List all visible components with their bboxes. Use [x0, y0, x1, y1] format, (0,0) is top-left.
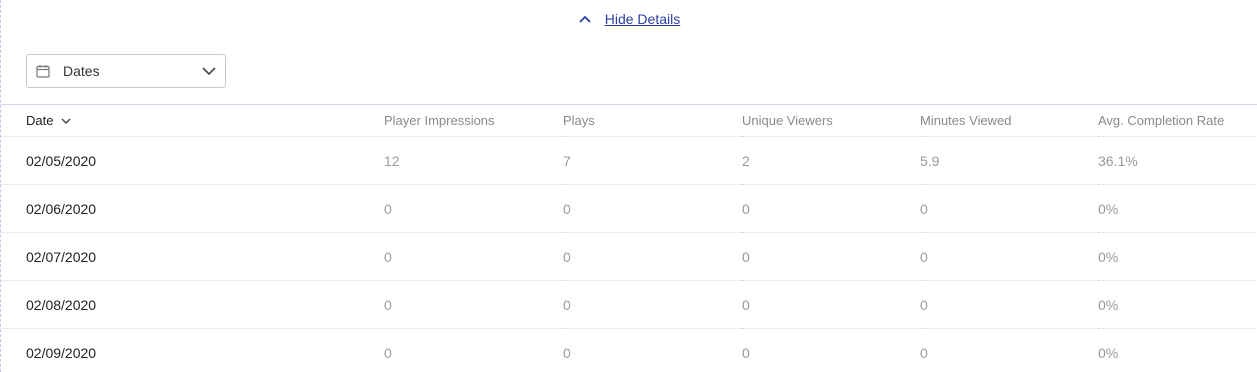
column-header-player-impressions[interactable]: Player Impressions [384, 105, 563, 137]
table-row: 02/09/2020 0 0 0 0 0% [1, 329, 1257, 372]
column-header-date[interactable]: Date [1, 105, 384, 137]
calendar-icon [36, 64, 50, 78]
date-cell: 02/09/2020 [26, 344, 97, 361]
sort-chevron-down-icon[interactable] [61, 118, 71, 125]
minutes-viewed-cell: 0 [920, 344, 928, 361]
avg-completion-rate-cell: 0% [1098, 248, 1119, 265]
table-row: 02/07/2020 0 0 0 0 0% [1, 233, 1257, 281]
column-header-avg-completion-rate[interactable]: Avg. Completion Rate [1098, 105, 1257, 137]
table-header-row: Date Player Impressions Plays Unique Vie… [1, 104, 1257, 137]
details-table: Date Player Impressions Plays Unique Vie… [1, 104, 1257, 372]
avg-completion-rate-cell: 0% [1098, 296, 1119, 313]
avg-completion-rate-cell: 0% [1098, 344, 1119, 361]
hide-details-toggle[interactable]: Hide Details [1, 11, 1257, 27]
player-impressions-cell: 0 [384, 248, 392, 265]
avg-completion-rate-cell: 36.1% [1098, 152, 1138, 169]
date-cell: 02/05/2020 [26, 152, 97, 169]
column-header-date-label: Date [26, 113, 54, 128]
unique-viewers-cell: 0 [742, 248, 750, 265]
table-row: 02/08/2020 0 0 0 0 0% [1, 281, 1257, 329]
dates-dropdown-label: Dates [63, 63, 100, 79]
table-row: 02/06/2020 0 0 0 0 0% [1, 185, 1257, 233]
analytics-details-panel: Hide Details Dates Date Player Impressio… [0, 0, 1257, 372]
plays-cell: 7 [563, 152, 571, 169]
unique-viewers-cell: 0 [742, 344, 750, 361]
player-impressions-cell: 0 [384, 200, 392, 217]
hide-details-label: Hide Details [604, 11, 681, 27]
column-header-minutes-viewed[interactable]: Minutes Viewed [920, 105, 1098, 137]
plays-cell: 0 [563, 344, 571, 361]
dates-dropdown[interactable]: Dates [26, 54, 226, 88]
minutes-viewed-cell: 0 [920, 248, 928, 265]
chevron-down-icon [202, 66, 216, 76]
unique-viewers-cell: 2 [742, 152, 750, 169]
date-cell: 02/06/2020 [26, 200, 97, 217]
table-row: 02/05/2020 12 7 2 5.9 36.1% [1, 137, 1257, 185]
plays-cell: 0 [563, 296, 571, 313]
player-impressions-cell: 0 [384, 344, 392, 361]
date-cell: 02/08/2020 [26, 296, 97, 313]
chevron-up-icon [579, 15, 591, 23]
avg-completion-rate-cell: 0% [1098, 200, 1119, 217]
column-header-unique-viewers[interactable]: Unique Viewers [742, 105, 920, 137]
player-impressions-cell: 0 [384, 296, 392, 313]
unique-viewers-cell: 0 [742, 296, 750, 313]
plays-cell: 0 [563, 200, 571, 217]
player-impressions-cell: 12 [384, 152, 400, 169]
date-cell: 02/07/2020 [26, 248, 97, 265]
minutes-viewed-cell: 5.9 [920, 152, 940, 169]
column-header-plays[interactable]: Plays [563, 105, 742, 137]
plays-cell: 0 [563, 248, 571, 265]
minutes-viewed-cell: 0 [920, 200, 928, 217]
minutes-viewed-cell: 0 [920, 296, 928, 313]
unique-viewers-cell: 0 [742, 200, 750, 217]
